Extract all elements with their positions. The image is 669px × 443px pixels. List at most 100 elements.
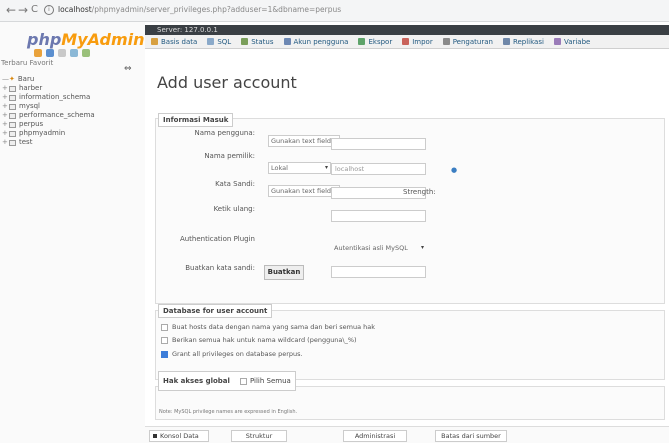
database-icon — [9, 139, 16, 146]
docs-icon[interactable] — [58, 49, 66, 57]
database-icon — [9, 94, 16, 101]
username-mode-select[interactable]: Gunakan text field▾ — [268, 135, 340, 147]
database-icon — [9, 121, 16, 128]
tree-item-db[interactable]: + performance_schema — [2, 111, 95, 120]
database-icon — [9, 103, 16, 110]
database-icon — [9, 112, 16, 119]
back-button[interactable]: ← — [6, 3, 16, 17]
tab-settings[interactable]: Pengaturan — [442, 38, 493, 46]
tab-variables[interactable]: Variabe — [553, 38, 590, 46]
tree-item-label: harber — [19, 84, 43, 92]
home-icon[interactable] — [34, 49, 42, 57]
url-host: localhost — [58, 5, 92, 14]
expand-icon[interactable]: + — [2, 84, 9, 93]
tab-import[interactable]: Impor — [402, 38, 433, 46]
tab-user-accounts[interactable]: Akun pengguna — [283, 38, 348, 46]
browser-toolbar: ← → C i localhost/phpmyadmin/server_priv… — [0, 0, 669, 22]
reload-nav-icon[interactable] — [82, 49, 90, 57]
tree-item-new[interactable]: — ✦ Baru — [2, 75, 95, 84]
checkbox[interactable] — [161, 336, 168, 344]
logo-part-a: php — [27, 30, 62, 49]
checkbox[interactable] — [161, 323, 168, 331]
create-db-option[interactable]: Buat hosts data dengan nama yang sama da… — [161, 323, 375, 331]
retype-password-input[interactable] — [331, 210, 426, 222]
variables-icon — [553, 38, 561, 45]
auth-plugin-select[interactable]: Autentikasi asli MySQL ▾ — [331, 242, 427, 254]
phpmyadmin-logo[interactable]: phpMyAdmin — [27, 30, 145, 49]
expand-icon[interactable]: + — [2, 129, 9, 138]
info-icon[interactable]: i — [44, 5, 54, 15]
tree-item-label: phpmyadmin — [19, 129, 66, 137]
tree-item-db[interactable]: + test — [2, 138, 95, 147]
generated-password-input[interactable] — [331, 266, 426, 278]
tab-console-data[interactable]: Konsol Data — [149, 430, 209, 442]
top-menu-tabs: Basis data SQL Status Akun pengguna Eksp… — [145, 35, 669, 49]
import-icon — [402, 38, 410, 45]
tab-replication[interactable]: Replikasi — [502, 38, 544, 46]
forward-button[interactable]: → — [18, 3, 28, 17]
status-icon — [241, 38, 249, 45]
expand-icon[interactable]: + — [2, 120, 9, 129]
tree-item-label: performance_schema — [19, 111, 95, 119]
tab-administration[interactable]: Administrasi — [343, 430, 407, 442]
tree-item-db[interactable]: + information_schema — [2, 93, 95, 102]
sql-icon — [207, 38, 215, 45]
strength-label: Strength: — [403, 188, 436, 196]
tree-item-db[interactable]: + phpmyadmin — [2, 129, 95, 138]
expand-icon[interactable]: + — [2, 102, 9, 111]
tree-item-db[interactable]: + mysql — [2, 102, 95, 111]
tree-item-db[interactable]: + harber — [2, 84, 95, 93]
database-icon — [9, 85, 16, 92]
username-label: Nama pengguna: — [194, 129, 255, 137]
logout-icon[interactable] — [46, 49, 54, 57]
navigation-sidebar: phpMyAdmin Terbaru Favorit ⇔ — ✦ Baru + har… — [0, 22, 145, 443]
wrench-icon — [442, 38, 450, 45]
tab-status[interactable]: Status — [241, 38, 274, 46]
page-title: Add user account — [157, 73, 297, 92]
bottom-tab-bar: Konsol Data Struktur Administrasi Batas … — [145, 426, 669, 443]
chevron-down-icon: ▾ — [324, 164, 328, 171]
url-path: /phpmyadmin/server_privileges.php?adduse… — [91, 5, 342, 14]
tab-structure[interactable]: Struktur — [231, 430, 287, 442]
tree-item-db[interactable]: + perpus — [2, 120, 95, 129]
generate-password-button[interactable]: Buatkan — [264, 265, 304, 280]
grant-all-option[interactable]: Grant all privileges on database perpus. — [161, 350, 303, 358]
tree-item-label: information_schema — [19, 93, 91, 101]
tree-item-label: mysql — [19, 102, 40, 110]
database-fieldset — [155, 310, 665, 380]
check-all-checkbox[interactable] — [239, 377, 247, 385]
database-icon — [151, 38, 158, 45]
password-mode-select[interactable]: Gunakan text field▾ — [268, 185, 340, 197]
expand-icon[interactable]: + — [2, 111, 9, 120]
server-breadcrumb: Server: 127.0.0.1 — [145, 25, 669, 35]
tab-databases[interactable]: Basis data — [151, 38, 197, 46]
retype-label: Ketik ulang: — [213, 205, 255, 213]
settings-icon[interactable] — [70, 49, 78, 57]
help-icon[interactable]: ● — [451, 166, 457, 174]
tab-sql[interactable]: SQL — [207, 38, 231, 46]
database-tree: — ✦ Baru + harber + information_schema + mysq… — [2, 75, 95, 147]
server-link[interactable]: Server: 127.0.0.1 — [157, 26, 218, 34]
tab-resource-limits[interactable]: Batas dari sumber — [435, 430, 507, 442]
reload-button[interactable]: C — [31, 3, 38, 17]
users-icon — [283, 38, 291, 45]
wildcard-privs-option[interactable]: Berikan semua hak untuk nama wildcard (p… — [161, 336, 357, 344]
chevron-down-icon: ▾ — [420, 244, 424, 251]
tree-item-label: perpus — [19, 120, 44, 128]
tab-export[interactable]: Ekspor — [358, 38, 392, 46]
username-input[interactable] — [331, 138, 426, 150]
export-icon — [358, 38, 366, 45]
check-all-label[interactable]: Pilih Semua — [250, 377, 291, 385]
recent-favorite-tabs[interactable]: Terbaru Favorit — [1, 59, 53, 67]
checkbox-checked[interactable] — [161, 350, 168, 358]
database-icon — [9, 130, 16, 137]
new-db-icon: ✦ — [9, 75, 15, 83]
collapse-icon[interactable]: ⇔ — [124, 64, 132, 74]
auth-plugin-label: Authentication Plugin — [179, 235, 255, 243]
expand-icon[interactable]: + — [2, 138, 9, 147]
hostname-input[interactable]: localhost — [331, 163, 426, 175]
address-bar[interactable]: localhost/phpmyadmin/server_privileges.p… — [58, 5, 341, 14]
hostname-mode-select[interactable]: Lokal ▾ — [268, 162, 331, 174]
tree-item-label: test — [19, 138, 33, 146]
expand-icon[interactable]: + — [2, 93, 9, 102]
